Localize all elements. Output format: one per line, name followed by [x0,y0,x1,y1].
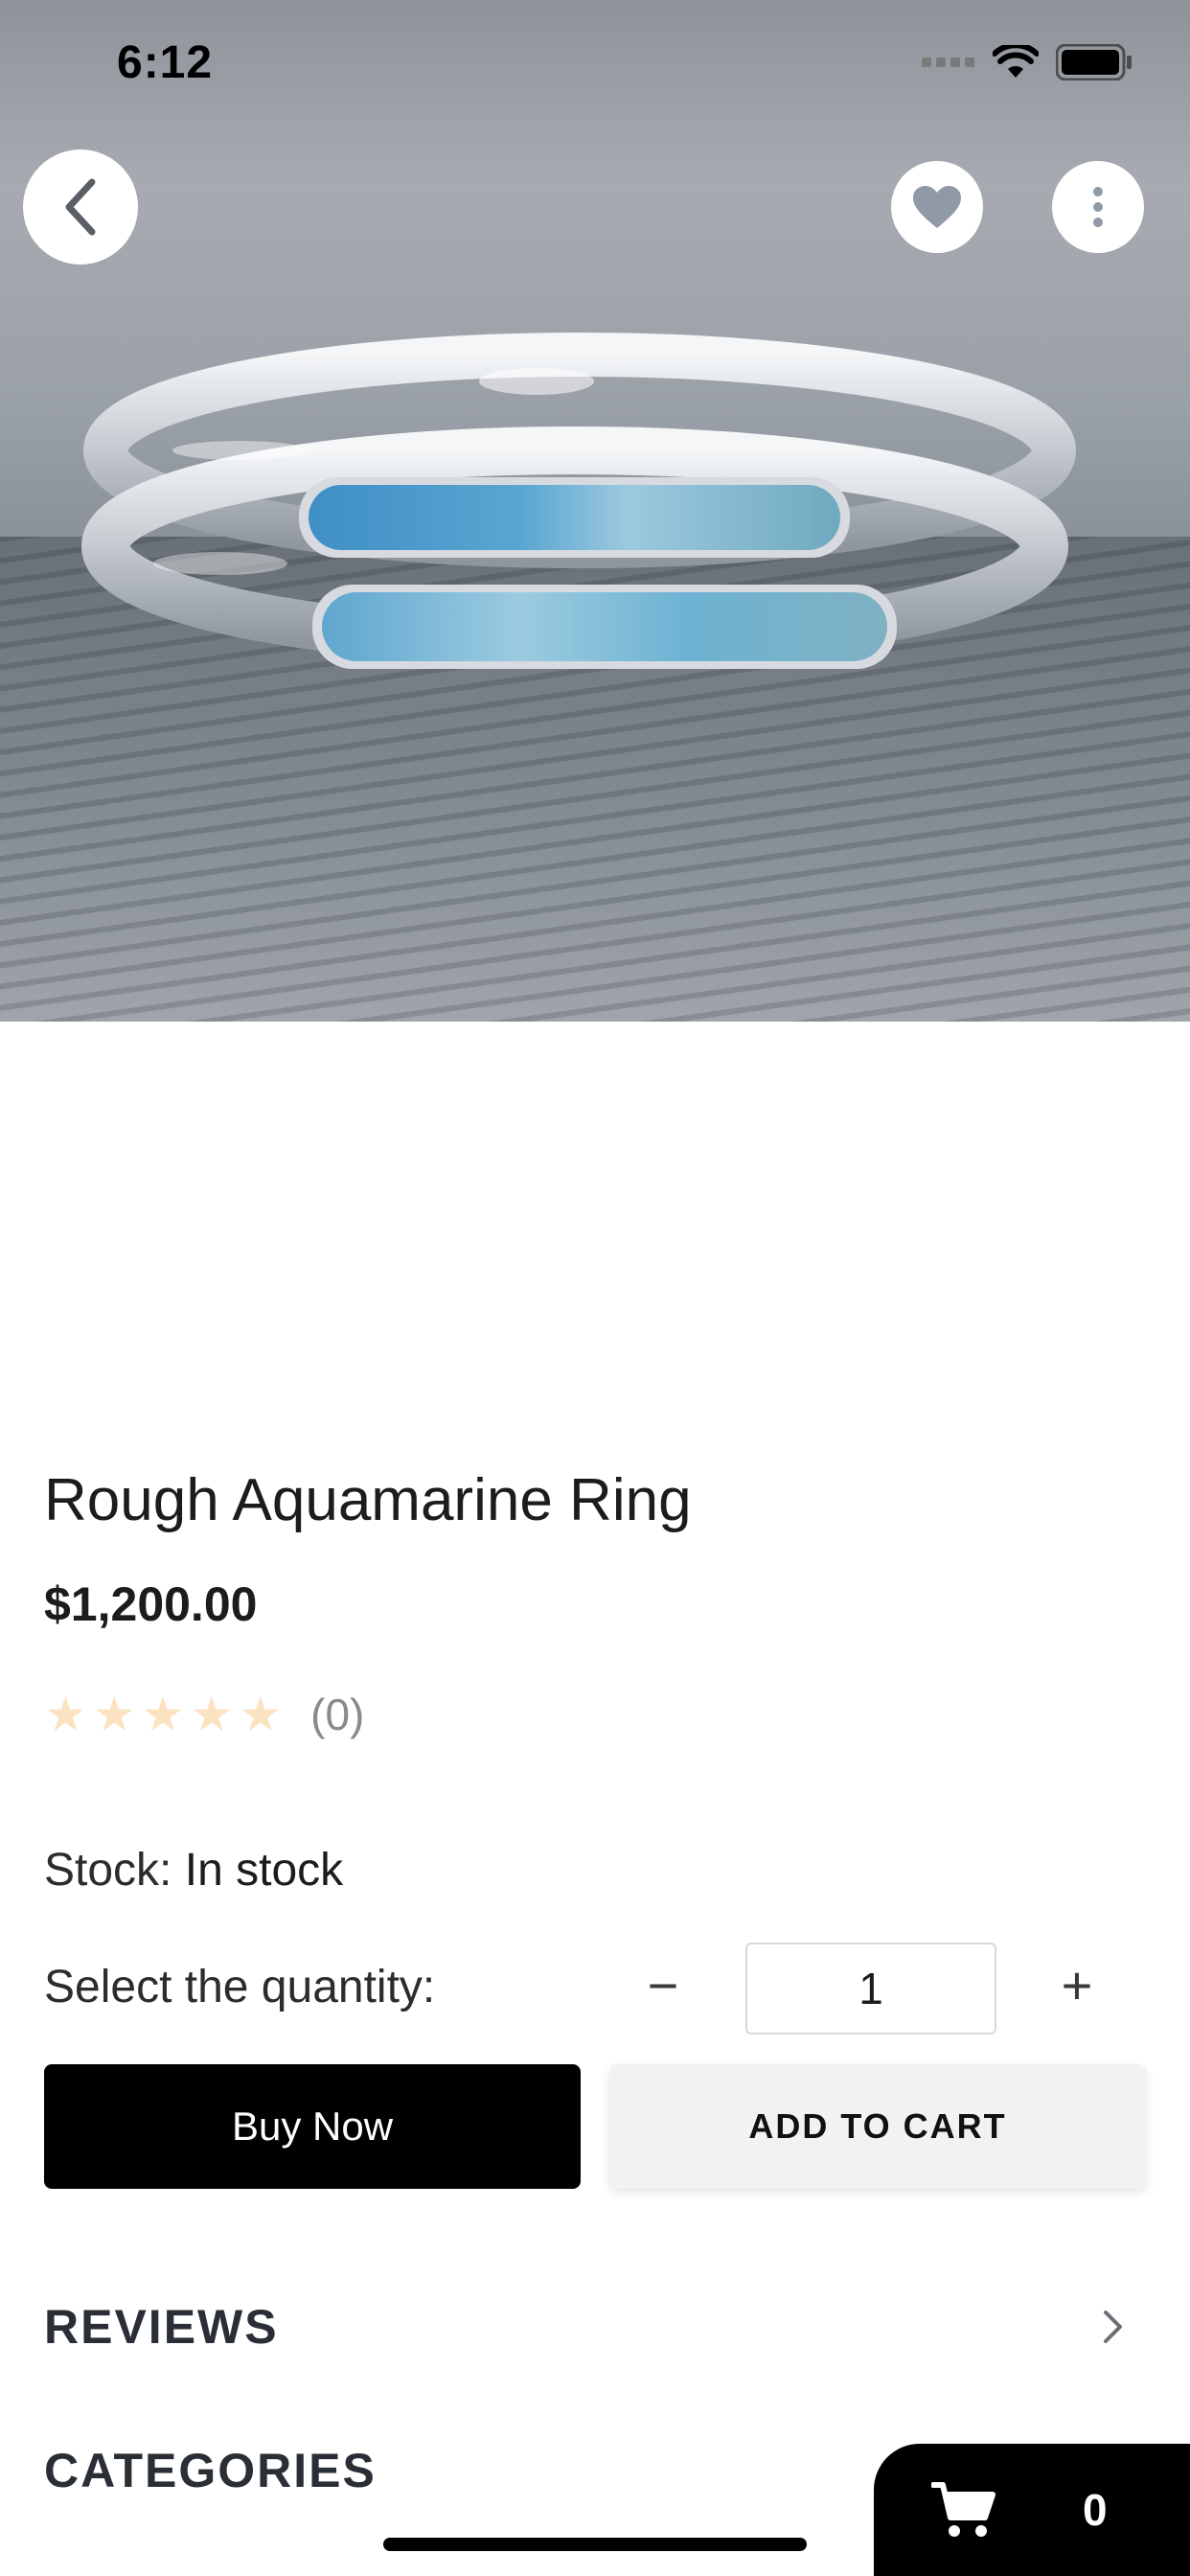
reviews-link[interactable]: REVIEWS [44,2279,1146,2375]
favorite-button[interactable] [891,161,983,253]
chevron-right-icon [1104,2311,1122,2343]
quantity-decrement-button[interactable]: − [636,1949,690,2022]
quantity-label: Select the quantity: [44,1962,436,2012]
more-vertical-icon [1093,187,1103,227]
product-price: $1,200.00 [44,1577,258,1631]
star-icon: ★ [190,1688,234,1741]
buy-now-button[interactable]: Buy Now [44,2064,581,2189]
status-time: 6:12 [117,37,214,88]
star-icon: ★ [141,1688,185,1741]
back-button[interactable] [23,150,138,264]
reviews-label: REVIEWS [44,2300,279,2354]
ring-illustration [81,333,1076,669]
quantity-increment-button[interactable]: + [1050,1949,1104,2022]
rating-count: (0) [310,1690,365,1739]
rating-stars: ★ ★ ★ ★ ★ [44,1690,282,1738]
categories-label: CATEGORIES [44,2444,377,2497]
cellular-signal-icon [922,58,974,67]
home-indicator [383,2538,807,2551]
status-bar: 6:12 [0,0,1190,126]
quantity-input[interactable]: 1 [745,1943,996,2035]
stock-value: In stock [184,1845,344,1896]
battery-icon [1056,44,1132,80]
chevron-left-icon [65,178,96,236]
star-icon: ★ [44,1688,87,1741]
rating[interactable]: ★ ★ ★ ★ ★ (0) [44,1689,364,1740]
stock-label: Stock: [44,1845,172,1896]
product-image [0,0,1190,1022]
wifi-icon [993,45,1039,78]
star-icon: ★ [239,1688,283,1741]
more-options-button[interactable] [1052,161,1144,253]
add-to-cart-button[interactable]: ADD TO CART [609,2064,1146,2189]
status-icons [922,44,1133,80]
cart-button[interactable]: 0 [874,2444,1190,2576]
star-icon: ★ [92,1688,136,1741]
stock-status: Stock: In stock [44,1844,343,1897]
heart-icon [913,186,961,228]
cart-count-badge: 0 [1083,2485,1108,2535]
product-title: Rough Aquamarine Ring [44,1467,692,1533]
shopping-cart-icon [931,2482,995,2537]
